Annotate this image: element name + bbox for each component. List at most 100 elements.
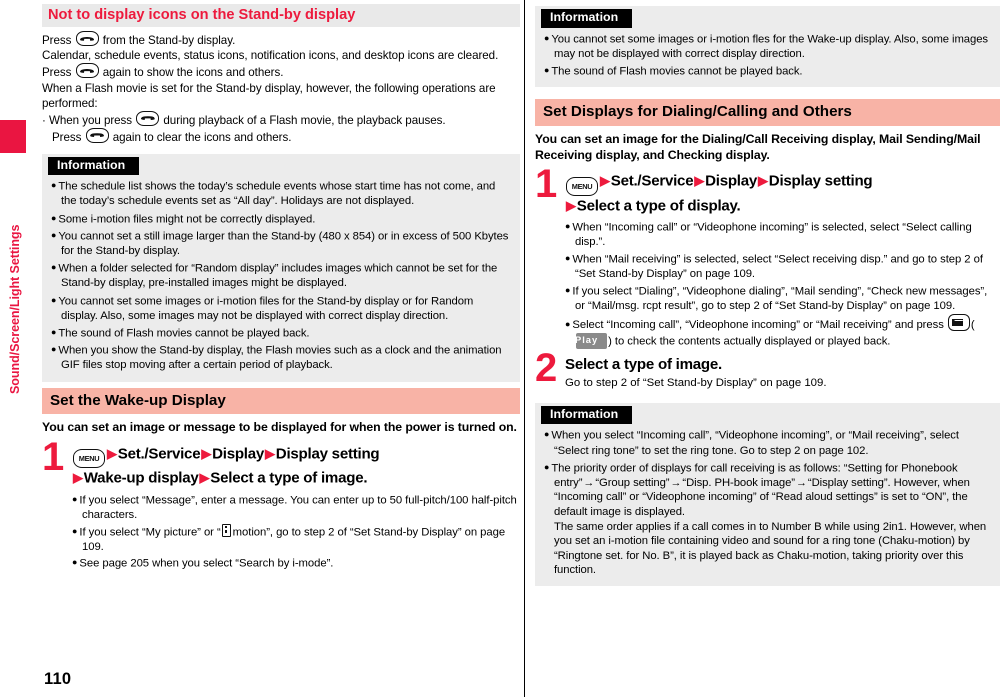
step-sub-item: ● If you select “My picture” or “motion”,…: [72, 523, 520, 555]
step-sub-item: ● If you select “Dialing”, “Videophone di…: [565, 283, 1000, 314]
information-item-text: Some i-motion files might not be correct…: [58, 213, 316, 226]
step-menu-item[interactable]: Display: [212, 445, 264, 462]
step-menu-item[interactable]: Select a type of image.: [210, 470, 367, 487]
step-2-dialing: 2 Select a type of image. Go to step 2 o…: [535, 348, 1000, 391]
step-sub-item-text: If you select “Message”, enter a message…: [79, 494, 517, 521]
step-menu-item[interactable]: Set./Service: [118, 445, 201, 462]
mail-key-icon[interactable]: [947, 314, 970, 332]
text-pause-b: during playback of a Flash movie, the pl…: [163, 113, 446, 127]
information-item-text: You cannot set a still image larger than…: [58, 230, 509, 258]
information-item: ● The sound of Flash movies cannot be pla…: [544, 63, 991, 79]
arrow-icon: ▶: [566, 197, 576, 213]
information-list: ● The schedule list shows the today’s sch…: [42, 178, 520, 373]
left-column: Not to display icons on the Stand-by dis…: [42, 4, 520, 572]
information-item: ● The priority order of displays for call…: [544, 460, 991, 578]
step-title: MENU ▶Set./Service▶Display▶Display settin…: [72, 444, 520, 488]
text-press-b: from the Stand-by display.: [102, 34, 236, 48]
bullet-icon: ●: [51, 262, 57, 273]
step-number: 1: [535, 162, 558, 207]
bullet-icon: ●: [51, 326, 57, 337]
paren-open: (: [970, 319, 975, 332]
section-lead-dialing: You can set an image for the Dialing/Cal…: [535, 132, 981, 162]
section-lead-wake-up: You can set an image or message to be di…: [42, 420, 517, 435]
bullet-icon: ●: [565, 221, 571, 232]
step-title: MENU ▶Set./Service▶Display▶Display settin…: [565, 171, 1000, 215]
bullet-icon: ●: [544, 32, 550, 43]
arrow-right-icon: →: [796, 476, 807, 489]
arrow-icon: ▶: [107, 445, 117, 461]
text-clear-b: again to show the icons and others.: [102, 66, 284, 80]
step-number: 1: [42, 434, 65, 479]
step-menu-item[interactable]: Set./Service: [611, 173, 694, 190]
bullet-icon: ●: [72, 493, 78, 504]
arrow-icon: ▶: [201, 445, 212, 461]
i-mode-icon: [222, 523, 232, 537]
information-item-text: When you show the Stand-by display, the …: [58, 344, 502, 372]
text-pause-a: · When you press: [42, 113, 133, 127]
information-item: ● When a folder selected for “Random disp…: [51, 260, 511, 291]
bullet-icon: ●: [51, 344, 57, 355]
paragraph-press-again: Press again to clear the icons and other…: [42, 127, 520, 145]
bullet-icon: ●: [544, 429, 550, 440]
bullet-icon: ●: [72, 557, 78, 568]
arrow-icon: ▶: [199, 470, 210, 486]
information-item: ● When you show the Stand-by display, the…: [51, 342, 511, 373]
information-item-text: The same order applies if a call comes i…: [554, 520, 987, 577]
arrow-right-icon: →: [670, 476, 682, 489]
information-title: Information: [541, 405, 633, 425]
step-1-wake-up: 1 MENU ▶Set./Service▶Display▶Display sett…: [42, 437, 520, 571]
section-heading-set-wake-up-display: Set the Wake-up Display: [42, 387, 520, 415]
menu-key-icon[interactable]: MENU: [73, 449, 105, 469]
bullet-icon: ●: [565, 318, 571, 329]
text-press-a: Press: [42, 34, 72, 48]
information-item-text: You cannot set some images or i-motion f…: [551, 33, 988, 60]
bullet-icon: ●: [565, 252, 571, 263]
phone-key-icon: [75, 31, 99, 47]
information-list: ● You cannot set some images or i-motion …: [535, 31, 1000, 79]
step-sub-item: ● See page 205 when you select “Search by…: [72, 555, 520, 571]
step-sub-item-text: If you select “Dialing”, “Videophone dia…: [572, 285, 988, 312]
column-divider: [524, 0, 525, 697]
information-item: ● You cannot set some images or i-motion …: [51, 293, 511, 324]
step-sub-item: ● If you select “Message”, enter a messag…: [72, 492, 520, 523]
step-sub-item: ● When “Mail receiving” is selected, sele…: [565, 251, 1000, 282]
information-list: ● When you select “Incoming call”, “Video…: [535, 427, 1000, 577]
information-item: ● The schedule list shows the today’s sch…: [51, 178, 511, 209]
step-menu-item[interactable]: Display: [705, 173, 757, 190]
play-softkey-button[interactable]: Play: [575, 332, 608, 349]
information-item-text: The schedule list shows the today’s sche…: [58, 180, 496, 208]
right-column: Information ● You cannot set some images …: [535, 4, 1000, 592]
information-item: ● You cannot set a still image larger tha…: [51, 228, 511, 259]
bullet-icon: ●: [51, 180, 57, 191]
information-title: Information: [541, 9, 633, 28]
phone-key-icon: [136, 110, 160, 126]
sidebar-chapter-tab: Sound/Screen/Light Settings: [0, 120, 26, 394]
arrow-icon: ▶: [600, 173, 610, 189]
text-again-a: Press: [52, 130, 82, 144]
information-item-text: You cannot set some images or i-motion f…: [58, 295, 474, 322]
sidebar-tab-label: Sound/Screen/Light Settings: [8, 224, 22, 394]
bullet-icon: ●: [72, 525, 78, 536]
menu-key-icon[interactable]: MENU: [566, 176, 598, 196]
step-sub-item: ● When “Incoming call” or “Videophone inc…: [565, 219, 1000, 250]
step-sub-list: ● When “Incoming call” or “Videophone inc…: [565, 219, 1000, 349]
information-item: ● When you select “Incoming call”, “Video…: [544, 427, 991, 458]
phone-key-icon: [75, 63, 99, 79]
step-menu-item[interactable]: Display setting: [769, 173, 873, 190]
information-item-text: When a folder selected for “Random displ…: [58, 262, 498, 290]
step-menu-item[interactable]: Display setting: [276, 445, 380, 462]
step-menu-item[interactable]: Select a type of display.: [577, 197, 741, 214]
step-sub-list: ● If you select “Message”, enter a messag…: [72, 492, 520, 571]
information-item: ● You cannot set some images or i-motion …: [544, 31, 991, 62]
step-note: Go to step 2 of “Set Stand-by Display” o…: [565, 376, 827, 389]
step-menu-item[interactable]: Wake-up display: [84, 470, 199, 487]
step-sub-item-text: When “Incoming call” or “Videophone inco…: [572, 221, 972, 249]
information-box-standby: Information ● The schedule list shows the…: [42, 153, 520, 382]
bullet-icon: ●: [51, 212, 57, 223]
arrow-icon: ▶: [265, 445, 275, 461]
step-sub-item-text: Select “Incoming call”, “Videophone inco…: [572, 319, 944, 332]
step-title: Select a type of image.: [565, 355, 722, 373]
information-item-text: “Disp. PH-book image”: [682, 476, 795, 489]
text-again-b: again to clear the icons and others.: [112, 130, 292, 144]
bullet-icon: ●: [51, 294, 57, 305]
